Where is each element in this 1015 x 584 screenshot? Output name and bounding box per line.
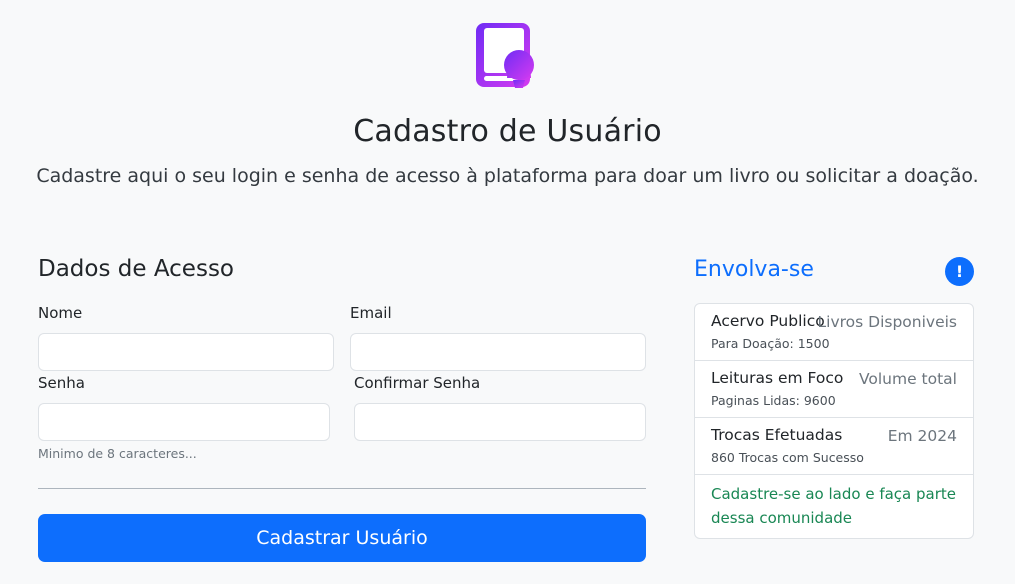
- list-item-subtitle: 860 Trocas com Sucesso: [711, 450, 864, 465]
- list-item: Trocas Efetuadas Em 2024 860 Trocas com …: [695, 418, 973, 475]
- confirm-password-label: Confirmar Senha: [354, 374, 481, 392]
- exclamation-badge-icon: !: [945, 257, 974, 286]
- form-section-title: Dados de Acesso: [38, 256, 234, 282]
- list-item-title: Leituras em Foco: [711, 369, 844, 387]
- list-item-title: Trocas Efetuadas: [711, 426, 843, 444]
- list-item-title: Acervo Publico: [711, 312, 825, 330]
- email-input[interactable]: [350, 333, 646, 371]
- stats-list: Acervo Publico Livros Disponiveis Para D…: [694, 303, 974, 539]
- list-item: Leituras em Foco Volume total Paginas Li…: [695, 361, 973, 418]
- name-input[interactable]: [38, 333, 334, 371]
- community-callout: Cadastre-se ao lado e faça parte dessa c…: [711, 485, 956, 527]
- list-item-subtitle: Paginas Lidas: 9600: [711, 393, 836, 408]
- list-item-right: Livros Disponiveis: [817, 313, 958, 331]
- list-item: Acervo Publico Livros Disponiveis Para D…: [695, 304, 973, 361]
- name-label: Nome: [38, 304, 83, 322]
- register-user-button[interactable]: Cadastrar Usuário: [38, 514, 646, 562]
- confirm-password-input[interactable]: [354, 403, 646, 441]
- registration-page: Cadastro de Usuário Cadastre aqui o seu …: [0, 0, 1015, 584]
- email-label: Email: [350, 304, 392, 322]
- aside-title: Envolva-se: [694, 257, 814, 282]
- list-item-right: Volume total: [858, 370, 957, 388]
- page-subtitle: Cadastre aqui o seu login e senha de ace…: [36, 165, 979, 187]
- list-item-right: Em 2024: [887, 427, 957, 445]
- page-title: Cadastro de Usuário: [353, 114, 662, 149]
- form-divider: [38, 488, 646, 489]
- password-hint: Minimo de 8 caracteres...: [38, 446, 197, 461]
- list-item-subtitle: Para Doação: 1500: [711, 336, 830, 351]
- book-user-logo-icon: [476, 23, 534, 88]
- password-label: Senha: [38, 374, 85, 392]
- password-input[interactable]: [38, 403, 330, 441]
